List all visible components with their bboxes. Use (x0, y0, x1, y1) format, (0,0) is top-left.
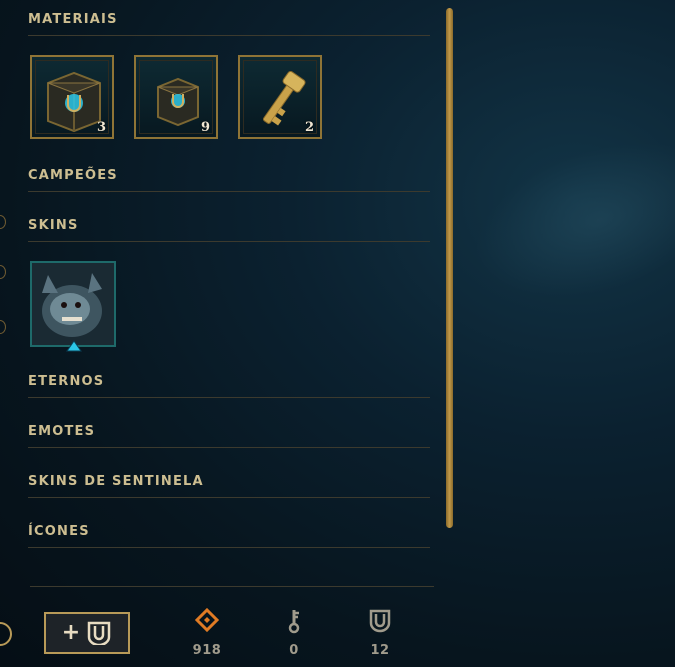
chest-icon (87, 621, 111, 645)
loot-item-hextech-chest[interactable]: 3 (30, 55, 114, 139)
section-divider (28, 35, 430, 36)
section-divider (28, 397, 430, 398)
section-title: ETERNOS (28, 374, 105, 389)
rarity-triangle-icon (66, 340, 82, 352)
section-icones[interactable]: ÍCONES (28, 522, 430, 548)
item-count: 9 (200, 120, 210, 135)
side-button-edge[interactable] (0, 622, 12, 646)
section-title: CAMPEÕES (28, 168, 118, 183)
section-skins-de-sentinela[interactable]: SKINS DE SENTINELA (28, 472, 430, 498)
open-chest-button[interactable]: + (44, 612, 130, 654)
section-divider (28, 547, 430, 548)
section-title: SKINS DE SENTINELA (28, 474, 204, 489)
section-divider (28, 447, 430, 448)
side-decoration (0, 320, 6, 334)
champion-skin-image (32, 263, 114, 345)
orange-essence-icon (194, 607, 220, 633)
side-decoration (0, 265, 6, 279)
section-title: SKINS (28, 218, 79, 233)
item-count: 2 (304, 120, 314, 135)
item-count: 3 (96, 120, 106, 135)
section-emotes[interactable]: EMOTES (28, 422, 430, 448)
loot-item-skin-shard[interactable] (30, 261, 116, 347)
chest-counter: 12 (350, 608, 410, 658)
scrollbar-thumb[interactable] (446, 8, 453, 528)
key-fragment-counter: 0 (264, 608, 324, 658)
section-divider (28, 497, 430, 498)
footer-divider (30, 586, 434, 587)
section-divider (28, 241, 430, 242)
chest-icon (369, 609, 391, 633)
section-eternos[interactable]: ETERNOS (28, 372, 430, 398)
section-title: ÍCONES (28, 524, 90, 539)
section-title: MATERIAIS (28, 12, 118, 27)
key-icon (288, 610, 300, 634)
background-glow (454, 113, 675, 327)
loot-item-hextech-key[interactable]: 2 (238, 55, 322, 139)
orange-essence-counter: 918 (177, 607, 237, 658)
section-campeoes[interactable]: CAMPEÕES (28, 166, 430, 192)
section-skins[interactable]: SKINS (28, 216, 430, 242)
loot-item-hextech-chest-small[interactable]: 9 (134, 55, 218, 139)
side-decoration (0, 215, 6, 229)
chest-value: 12 (370, 643, 390, 658)
orange-essence-value: 918 (192, 643, 222, 658)
key-fragment-value: 0 (289, 643, 299, 658)
section-materiais[interactable]: MATERIAIS (28, 10, 430, 36)
section-divider (28, 191, 430, 192)
plus-icon: + (61, 620, 81, 645)
section-title: EMOTES (28, 424, 96, 439)
